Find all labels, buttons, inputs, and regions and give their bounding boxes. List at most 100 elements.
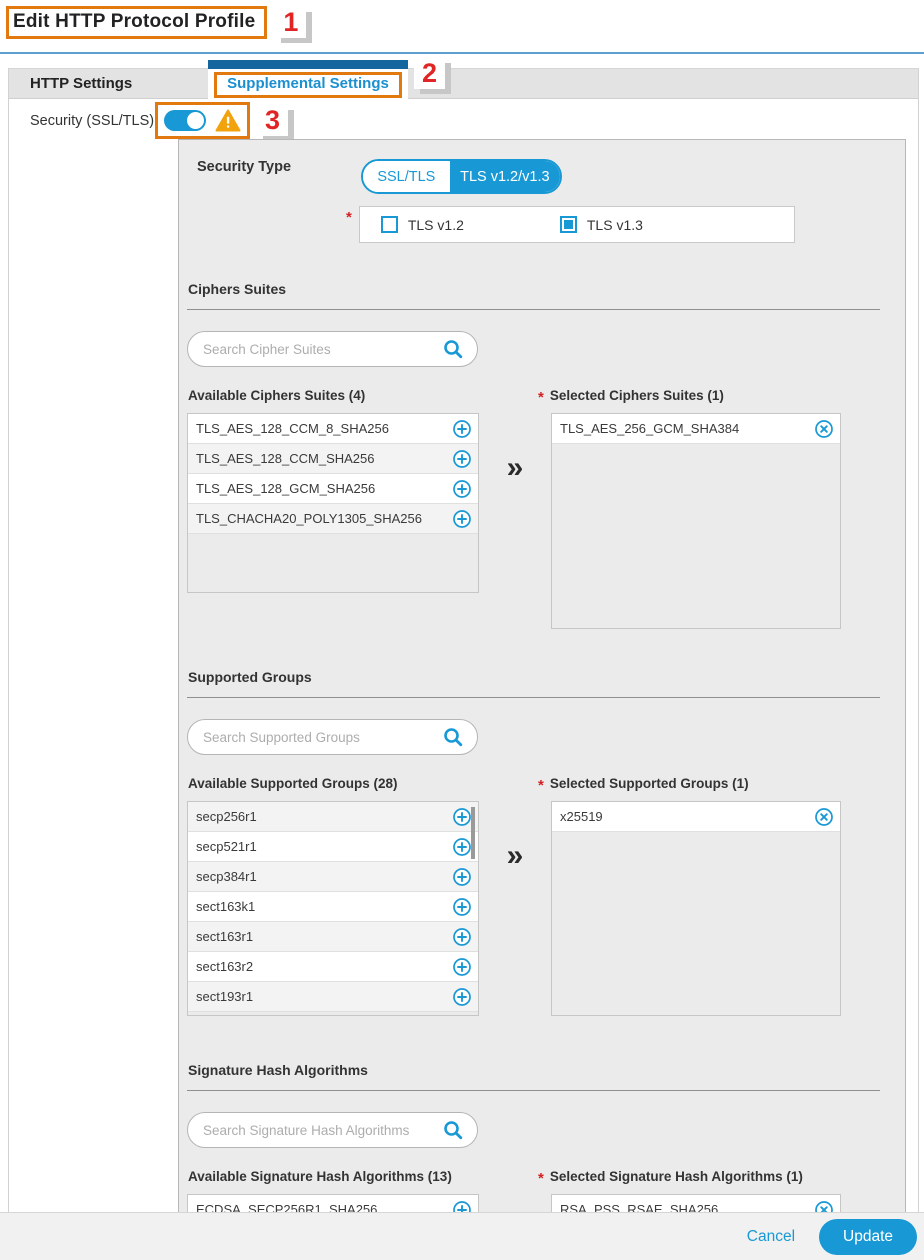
list-item-label: TLS_AES_256_GCM_SHA384: [560, 421, 739, 436]
add-icon[interactable]: [452, 479, 472, 499]
list-item-label: sect163r1: [196, 929, 253, 944]
list-item[interactable]: secp256r1: [188, 802, 478, 832]
list-item-label: sect163r2: [196, 959, 253, 974]
available-list-header: Available Ciphers Suites (4): [187, 388, 479, 403]
selected-list-header: * Selected Ciphers Suites (1): [551, 388, 841, 406]
callout-number-1: 1: [275, 7, 306, 38]
required-marker: *: [538, 1170, 544, 1187]
search-input[interactable]: [203, 730, 442, 745]
add-icon[interactable]: [452, 867, 472, 887]
tab-supplemental-settings-label: Supplemental Settings: [227, 75, 389, 92]
update-button[interactable]: Update: [819, 1219, 917, 1255]
cancel-button[interactable]: Cancel: [747, 1228, 795, 1246]
required-marker: *: [538, 777, 544, 794]
checkbox-icon[interactable]: [560, 216, 577, 233]
selected-groups-list: x25519: [551, 801, 841, 1016]
section-ciphers-suites: Ciphers Suites Available Ciphers Suites …: [187, 281, 893, 629]
list-item-label: sect163k1: [196, 899, 255, 914]
callout-number-3: 3: [257, 105, 288, 136]
list-item-label: x25519: [560, 809, 603, 824]
add-icon[interactable]: [452, 897, 472, 917]
add-icon[interactable]: [452, 987, 472, 1007]
move-all-right-icon[interactable]: »: [507, 453, 524, 483]
supported-groups-search[interactable]: [187, 719, 478, 755]
available-list-header: Available Supported Groups (28): [187, 776, 479, 791]
section-heading: Signature Hash Algorithms: [187, 1062, 893, 1078]
list-item[interactable]: TLS_AES_128_GCM_SHA256: [188, 474, 478, 504]
tls-version-group: * TLS v1.2 TLS v1.3: [361, 206, 795, 243]
security-toggle[interactable]: [164, 110, 206, 131]
checkbox-tls-v12[interactable]: TLS v1.2: [381, 216, 464, 233]
section-supported-groups: Supported Groups Available Supported Gro…: [187, 669, 893, 1016]
warning-triangle-icon: [215, 109, 241, 132]
toggle-knob: [187, 112, 204, 129]
cipher-suites-search[interactable]: [187, 331, 478, 367]
list-item[interactable]: TLS_CHACHA20_POLY1305_SHA256: [188, 504, 478, 534]
tab-http-settings[interactable]: HTTP Settings: [9, 69, 132, 99]
search-input[interactable]: [203, 342, 442, 357]
security-ssl-tls-row: Security (SSL/TLS) 3: [9, 102, 918, 139]
selected-ciphers-list: TLS_AES_256_GCM_SHA384: [551, 413, 841, 629]
list-item[interactable]: TLS_AES_128_CCM_SHA256: [188, 444, 478, 474]
selected-list-header: * Selected Signature Hash Algorithms (1): [551, 1169, 841, 1187]
section-divider: [187, 309, 880, 310]
search-icon[interactable]: [442, 1119, 464, 1141]
selected-list-header: * Selected Supported Groups (1): [551, 776, 841, 794]
title-divider: [0, 52, 924, 54]
security-type-row: Security Type SSL/TLS TLS v1.2/v1.3 * TL…: [187, 159, 893, 243]
list-item[interactable]: TLS_AES_256_GCM_SHA384: [552, 414, 840, 444]
security-ssl-tls-label: Security (SSL/TLS): [9, 113, 155, 129]
add-icon[interactable]: [452, 419, 472, 439]
add-icon[interactable]: [452, 509, 472, 529]
add-icon[interactable]: [452, 957, 472, 977]
segment-ssl-tls[interactable]: SSL/TLS: [363, 161, 450, 192]
list-item[interactable]: sect163k1: [188, 892, 478, 922]
section-heading: Ciphers Suites: [187, 281, 893, 297]
add-icon[interactable]: [452, 807, 472, 827]
section-divider: [187, 1090, 880, 1091]
dialog-footer: Cancel Update: [0, 1212, 924, 1260]
required-marker: *: [538, 389, 544, 406]
section-divider: [187, 697, 880, 698]
add-icon[interactable]: [452, 449, 472, 469]
search-icon[interactable]: [442, 338, 464, 360]
callout-box-1: Edit HTTP Protocol Profile: [6, 6, 267, 39]
checkbox-icon[interactable]: [381, 216, 398, 233]
list-item-label: TLS_AES_128_GCM_SHA256: [196, 481, 375, 496]
dialog-content-frame: HTTP Settings Supplemental Settings 2 Se…: [8, 68, 919, 1243]
security-type-segmented-control: SSL/TLS TLS v1.2/v1.3: [361, 159, 562, 194]
list-item-label: TLS_CHACHA20_POLY1305_SHA256: [196, 511, 422, 526]
add-icon[interactable]: [452, 837, 472, 857]
supplemental-settings-panel: Security Type SSL/TLS TLS v1.2/v1.3 * TL…: [178, 139, 906, 1260]
move-all-right-icon[interactable]: »: [507, 841, 524, 871]
list-item[interactable]: TLS_AES_128_CCM_8_SHA256: [188, 414, 478, 444]
signature-hash-search[interactable]: [187, 1112, 478, 1148]
list-item[interactable]: sect163r1: [188, 922, 478, 952]
list-item[interactable]: secp521r1: [188, 832, 478, 862]
list-item[interactable]: sect193r1: [188, 982, 478, 1012]
list-item-label: sect193r1: [196, 989, 253, 1004]
list-item-label: TLS_AES_128_CCM_8_SHA256: [196, 421, 389, 436]
list-item[interactable]: sect163r2: [188, 952, 478, 982]
search-input[interactable]: [203, 1123, 442, 1138]
page-title: Edit HTTP Protocol Profile: [13, 11, 255, 32]
callout-box-3: [155, 102, 250, 139]
scrollbar-thumb[interactable]: [471, 807, 475, 859]
add-icon[interactable]: [452, 927, 472, 947]
list-item-label: TLS_AES_128_CCM_SHA256: [196, 451, 375, 466]
remove-icon[interactable]: [814, 807, 834, 827]
list-item[interactable]: secp384r1: [188, 862, 478, 892]
checkbox-tls-v13[interactable]: TLS v1.3: [560, 216, 643, 233]
section-heading: Supported Groups: [187, 669, 893, 685]
callout-box-2: Supplemental Settings: [214, 72, 402, 98]
remove-icon[interactable]: [814, 419, 834, 439]
search-icon[interactable]: [442, 726, 464, 748]
segment-tls-v12-v13[interactable]: TLS v1.2/v1.3: [450, 161, 560, 192]
list-item[interactable]: x25519: [552, 802, 840, 832]
list-item-label: secp256r1: [196, 809, 257, 824]
tab-supplemental-settings[interactable]: Supplemental Settings 2: [208, 60, 408, 100]
callout-number-2: 2: [414, 58, 445, 89]
list-item-label: secp384r1: [196, 869, 257, 884]
available-ciphers-list: TLS_AES_128_CCM_8_SHA256 TLS_AES_128_CCM_…: [187, 413, 479, 593]
available-groups-list: secp256r1 secp521r1 secp384r1 sect163k1 sect…: [187, 801, 479, 1016]
